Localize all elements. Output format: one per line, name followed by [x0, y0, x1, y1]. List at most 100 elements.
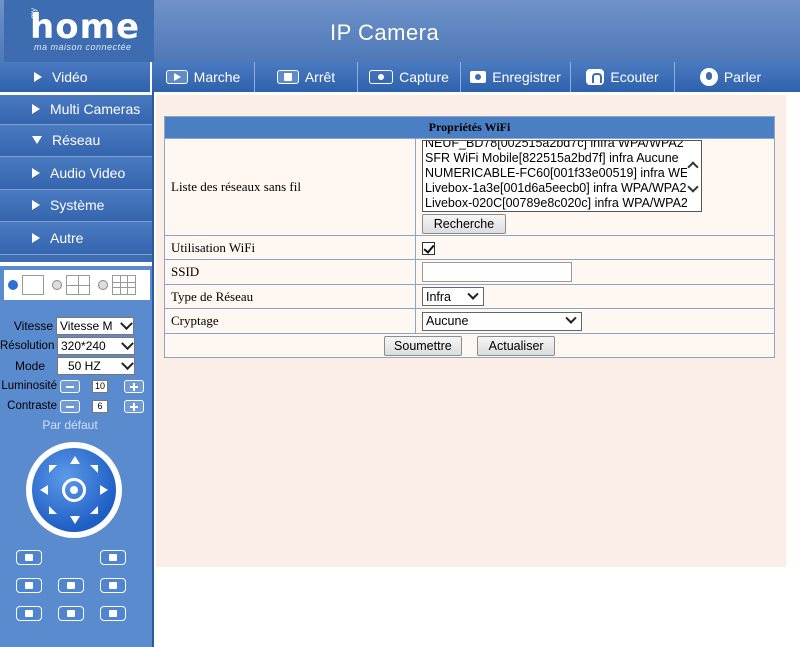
chevron-down-icon	[120, 318, 133, 330]
resolution-row: Résolution 320*240	[0, 336, 152, 356]
resolution-select[interactable]: 320*240	[57, 337, 135, 355]
chevron-right-icon	[32, 200, 40, 211]
ssid-input[interactable]	[422, 262, 572, 282]
network-list-label: Liste des réseaux sans fil	[164, 138, 416, 236]
sidebar-item-multi-cameras[interactable]: Multi Cameras	[0, 92, 152, 125]
record-button[interactable]: Enregistrer	[461, 62, 571, 92]
listen-label: Ecouter	[610, 69, 659, 85]
list-item[interactable]: Livebox-1a3e[001d6a5eecb0] infra WPA/WPA…	[425, 181, 687, 196]
sidebar-item-systeme[interactable]: Système	[0, 189, 152, 222]
ptz-joystick	[26, 442, 122, 538]
chevron-right-icon	[32, 104, 40, 115]
brightness-label: Luminosité	[1, 380, 57, 392]
contrast-value[interactable]: 6	[92, 399, 108, 413]
ssid-label: SSID	[164, 259, 416, 285]
wifi-properties-table: Propriétés WiFi Liste des réseaux sans f…	[164, 116, 775, 358]
wifi-title: Propriétés WiFi	[164, 116, 775, 139]
pan-down-left-icon[interactable]	[49, 506, 57, 514]
mode-select[interactable]: 50 HZ	[57, 357, 135, 375]
encryption-value: Aucune	[426, 314, 469, 328]
scroll-down-icon[interactable]	[687, 181, 699, 193]
ptz-center-button[interactable]	[62, 478, 86, 502]
horizontal-patrol-button[interactable]	[58, 578, 84, 593]
io-switch-button[interactable]	[100, 606, 126, 621]
capture-button[interactable]: Capture	[358, 62, 461, 92]
submit-button[interactable]: Soumettre	[383, 335, 462, 356]
vertical-patrol-button[interactable]	[16, 578, 42, 593]
speed-row: Vitesse Vitesse M	[0, 316, 152, 336]
pan-up-icon[interactable]	[70, 456, 80, 464]
flip-button[interactable]	[100, 578, 126, 593]
network-type-label: Type de Réseau	[164, 284, 416, 309]
encryption-select[interactable]: Aucune	[422, 311, 582, 331]
talk-label: Parler	[723, 69, 762, 85]
logo-main-text: home	[30, 7, 141, 47]
top-toolbar: Vidéo Marche Arrêt Capture Enregistrer E…	[0, 62, 800, 92]
pan-left-icon[interactable]	[40, 485, 48, 495]
use-wifi-checkbox[interactable]	[422, 242, 435, 256]
listen-icon	[586, 69, 605, 85]
list-item[interactable]: NUMERICABLE-FC60[001f33e00519] infra WEP	[425, 166, 687, 181]
contrast-decrease-button[interactable]	[60, 399, 80, 413]
search-networks-button[interactable]: Recherche	[422, 214, 506, 234]
sidebar-item-autre[interactable]: Autre	[0, 222, 152, 255]
pan-down-icon[interactable]	[70, 516, 80, 524]
play-icon	[165, 70, 188, 84]
sidebar-item-label: Réseau	[52, 132, 101, 149]
brightness-value[interactable]: 10	[92, 379, 108, 393]
stop-horizontal-button[interactable]	[58, 606, 84, 621]
app-title: IP Camera	[330, 20, 440, 45]
contrast-row: Contraste 6	[0, 396, 152, 416]
ptz-pad	[32, 448, 116, 532]
mode-label: Mode	[14, 359, 45, 373]
pan-down-right-icon[interactable]	[90, 506, 98, 514]
layout-9-radio[interactable]	[98, 280, 108, 290]
mode-value: 50 HZ	[68, 359, 101, 373]
wireless-networks-list[interactable]: NEUF_BD78[002515a2bd7c] infra WPA/WPA2 S…	[422, 140, 702, 212]
chevron-right-icon	[32, 232, 40, 243]
pan-up-left-icon[interactable]	[49, 465, 57, 473]
sidebar-item-label: Vidéo	[52, 69, 88, 85]
record-label: Enregistrer	[492, 69, 561, 85]
refresh-button[interactable]: Actualiser	[477, 335, 556, 356]
network-type-select[interactable]: Infra	[422, 287, 484, 306]
pan-right-icon[interactable]	[100, 485, 108, 495]
single-view-icon	[22, 275, 44, 295]
header: my home ma maison connectée IP Camera	[0, 0, 800, 62]
layout-4-radio[interactable]	[52, 280, 62, 290]
record-icon	[470, 71, 487, 83]
brightness-decrease-button[interactable]	[60, 379, 80, 393]
list-item[interactable]: NEUF_BD78[002515a2bd7c] infra WPA/WPA2	[425, 141, 687, 151]
contrast-increase-button[interactable]	[124, 399, 144, 413]
sidebar-item-video[interactable]: Vidéo	[0, 62, 152, 92]
chevron-down-icon	[121, 358, 134, 370]
list-item[interactable]: SFR WiFi Mobile[822515a2bd7f] infra Aucu…	[425, 151, 687, 166]
pan-up-right-icon[interactable]	[90, 465, 98, 473]
scroll-up-icon[interactable]	[687, 161, 699, 173]
resolution-value: 320*240	[61, 339, 106, 353]
talk-button[interactable]: Parler	[675, 62, 786, 92]
reset-defaults-link[interactable]: Par défaut	[0, 418, 140, 432]
encryption-label: Cryptage	[164, 308, 416, 334]
preset-left-button[interactable]	[16, 550, 42, 565]
brightness-increase-button[interactable]	[124, 379, 144, 393]
play-label: Marche	[193, 69, 241, 85]
play-button[interactable]: Marche	[152, 62, 255, 92]
sidebar-item-reseau[interactable]: Réseau	[0, 124, 152, 157]
preset-right-button[interactable]	[100, 550, 126, 565]
layout-1-radio[interactable]	[8, 280, 18, 290]
stop-button[interactable]: Arrêt	[255, 62, 358, 92]
camera-control-panel: Vitesse Vitesse M Résolution 320*240 Mod…	[0, 262, 152, 647]
main-content: Propriétés WiFi Liste des réseaux sans f…	[156, 92, 786, 567]
sidebar-item-label: Système	[50, 197, 105, 214]
speed-select[interactable]: Vitesse M	[56, 317, 134, 335]
chevron-down-icon	[467, 288, 479, 300]
stop-patrol-button[interactable]	[16, 606, 42, 621]
microphone-icon	[699, 68, 718, 86]
listen-button[interactable]: Ecouter	[571, 62, 675, 92]
sidebar-item-audio-video[interactable]: Audio Video	[0, 157, 152, 190]
list-item[interactable]: Livebox-020C[00789e8c020c] infra WPA/WPA…	[425, 196, 687, 211]
brightness-row: Luminosité 10	[0, 376, 152, 396]
logo-tagline: ma maison connectée	[34, 42, 132, 52]
capture-label: Capture	[399, 69, 449, 85]
